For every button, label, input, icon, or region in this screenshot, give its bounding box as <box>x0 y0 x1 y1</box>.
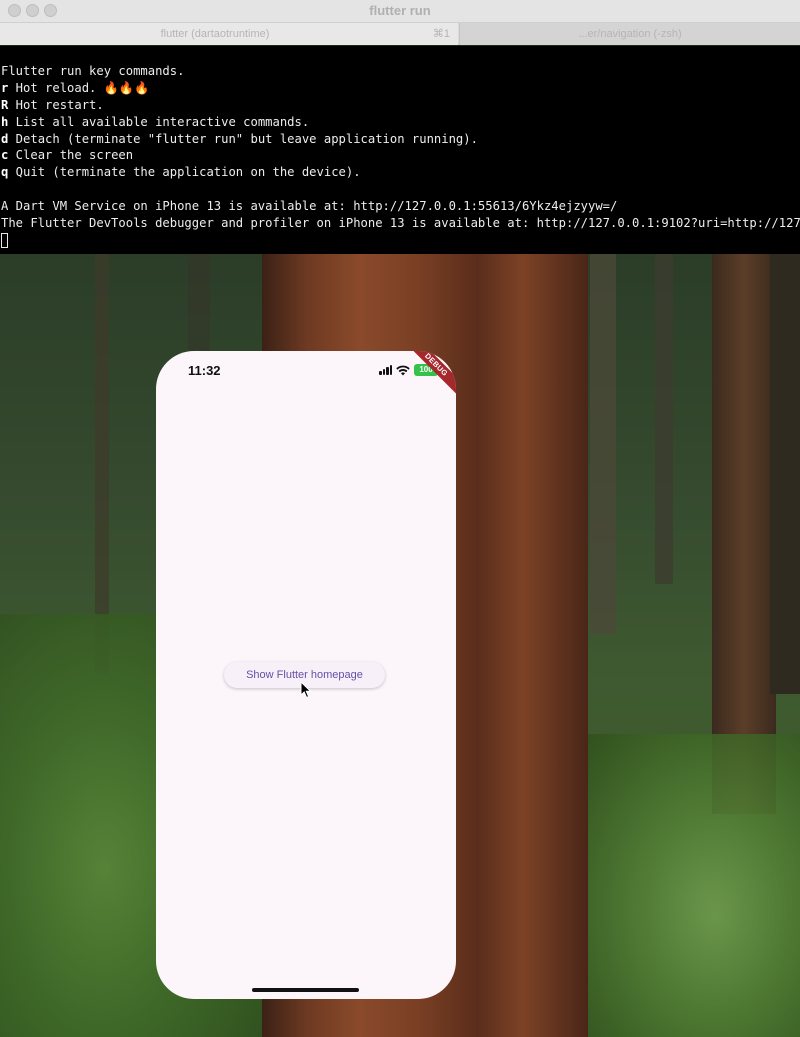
mouse-pointer-icon <box>300 681 312 699</box>
tree-trunk <box>770 254 800 694</box>
tab-zsh[interactable]: ...er/navigation (-zsh) <box>459 23 800 45</box>
terminal-line: r Hot reload. 🔥🔥🔥 <box>1 80 800 97</box>
terminal-line: Flutter run key commands. <box>1 63 800 80</box>
terminal-line: R Hot restart. <box>1 97 800 114</box>
terminal-line: h List all available interactive command… <box>1 114 800 131</box>
terminal-prompt[interactable] <box>1 232 800 249</box>
terminal-line: d Detach (terminate "flutter run" but le… <box>1 131 800 148</box>
terminal-output[interactable]: Flutter run key commands. r Hot reload. … <box>0 46 800 254</box>
cellular-signal-icon <box>379 365 392 375</box>
tab-flutter[interactable]: flutter (dartaotruntime) ⌘1 <box>0 23 458 45</box>
tree-trunk <box>712 254 776 814</box>
terminal-line: c Clear the screen <box>1 147 800 164</box>
home-indicator[interactable] <box>252 988 359 992</box>
status-time: 11:32 <box>188 363 221 378</box>
terminal-line: q Quit (terminate the application on the… <box>1 164 800 181</box>
foliage <box>588 734 800 1037</box>
tree-trunk <box>95 254 109 674</box>
tab-label: ...er/navigation (-zsh) <box>460 23 800 45</box>
ios-simulator-screen[interactable]: 11:32 100 DEBUG Show Flutter homepage <box>156 351 456 999</box>
tree-trunk <box>655 254 673 584</box>
tree-trunk <box>590 254 616 634</box>
terminal-line <box>1 181 800 198</box>
terminal-line[interactable]: A Dart VM Service on iPhone 13 is availa… <box>1 198 800 215</box>
terminal-line[interactable]: The Flutter DevTools debugger and profil… <box>1 215 800 232</box>
window-title-bar: flutter run <box>0 0 800 23</box>
window-title: flutter run <box>0 3 800 18</box>
tab-label: flutter (dartaotruntime) <box>0 23 430 45</box>
tab-shortcut: ⌘1 <box>433 23 450 45</box>
wifi-icon <box>396 365 410 376</box>
text-cursor <box>1 233 8 248</box>
terminal-tab-bar: flutter (dartaotruntime) ⌘1 ...er/naviga… <box>0 23 800 45</box>
